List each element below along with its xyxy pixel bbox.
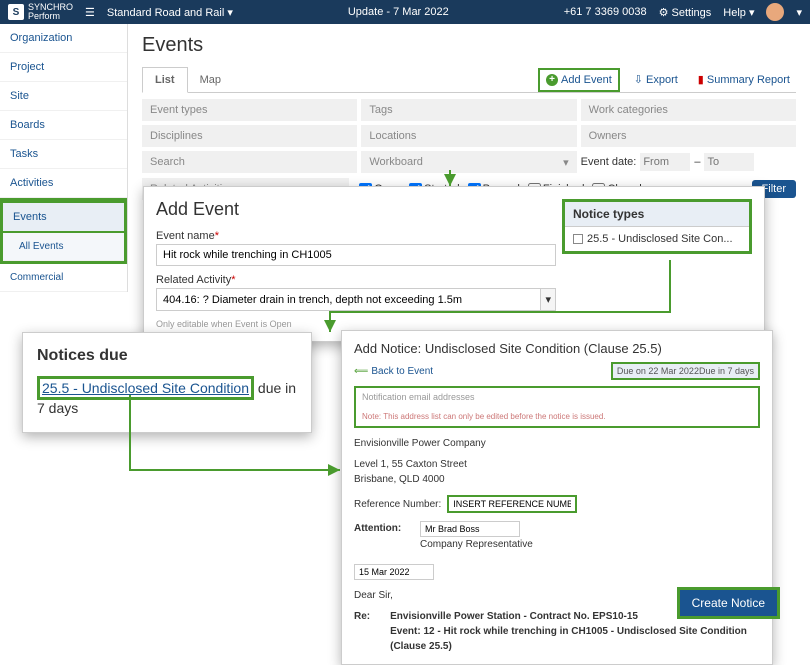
event-name-input[interactable] [156,244,556,266]
email-note: Note: This address list can only be edit… [362,412,606,421]
sidebar-item-project[interactable]: Project [0,53,127,82]
checkbox-icon[interactable] [573,234,583,244]
tab-map[interactable]: Map [188,68,233,92]
sidebar-item-tasks[interactable]: Tasks [0,140,127,169]
filter-search[interactable]: Search [142,151,357,173]
addr-line3: Brisbane, QLD 4000 [354,472,760,487]
tab-list[interactable]: List [142,67,188,93]
addr-line1: Envisionville Power Company [354,436,760,451]
attn-input[interactable] [420,521,520,537]
re-label: Re: [354,609,370,654]
notice-due-link[interactable]: 25.5 - Undisclosed Site Condition [37,376,254,400]
pdf-icon: ▮ [698,73,704,86]
notices-due-title: Notices due [37,347,297,365]
page-title: Events [142,34,796,57]
filter-workboard[interactable]: Workboard▾ [361,151,576,173]
ref-label: Reference Number: [354,497,441,512]
sidebar: Organization Project Site Boards Tasks A… [0,24,128,292]
sidebar-item-organization[interactable]: Organization [0,24,127,53]
plus-icon: + [546,74,558,86]
notices-due-panel: Notices due 25.5 - Undisclosed Site Cond… [22,332,312,433]
attn-label: Attention: [354,521,414,536]
sidebar-item-boards[interactable]: Boards [0,111,127,140]
back-arrow-icon: ⟸ [354,366,368,377]
filter-event-types[interactable]: Event types [142,99,357,121]
event-note: Only editable when Event is Open [156,319,556,329]
back-to-event-link[interactable]: ⟸ Back to Event [354,366,433,377]
add-notice-title: Add Notice: Undisclosed Site Condition (… [354,341,760,356]
project-dropdown[interactable]: Standard Road and Rail ▾ [107,6,233,19]
due-badge: Due on 22 Mar 2022Due in 7 days [611,362,760,380]
notice-date-input[interactable] [354,564,434,580]
settings-link[interactable]: ⚙ Settings [659,6,712,19]
sidebar-item-all-events[interactable]: All Events [3,233,124,261]
filter-disciplines[interactable]: Disciplines [142,125,357,147]
filter-work-categories[interactable]: Work categories [581,99,796,121]
logo-icon: S [8,4,24,20]
sidebar-item-events[interactable]: Events [3,201,124,233]
filter-owners[interactable]: Owners [581,125,796,147]
add-event-panel: Add Event Event name* Related Activity* … [143,186,765,342]
related-activity-label: Related Activity* [156,274,556,286]
export-button[interactable]: ⇩ Export [628,69,684,90]
filter-tags[interactable]: Tags [361,99,576,121]
help-link[interactable]: Help ▾ [723,6,754,19]
avatar[interactable] [766,3,784,21]
hamburger-icon[interactable]: ☰ [85,6,95,19]
filter-locations[interactable]: Locations [361,125,576,147]
update-text: Update - 7 Mar 2022 [348,6,449,18]
chevron-down-icon: ▾ [227,7,233,19]
addr-line2: Level 1, 55 Caxton Street [354,457,760,472]
event-name-label: Event name* [156,230,556,242]
notice-type-item[interactable]: 25.5 - Undisclosed Site Con... [565,227,749,251]
notice-types-head: Notice types [565,202,749,227]
event-date-label: Event date: [581,156,637,168]
sidebar-item-site[interactable]: Site [0,82,127,111]
chevron-down-icon: ▾ [563,156,569,169]
ref-input[interactable] [447,495,577,513]
to-input[interactable] [704,153,754,171]
sidebar-item-commercial[interactable]: Commercial [0,264,127,292]
brand-logo: S SYNCHRO Perform [8,3,73,21]
sidebar-item-activities[interactable]: Activities [0,169,127,198]
chevron-down-icon[interactable]: ▾ [796,6,802,19]
notice-types-box: Notice types 25.5 - Undisclosed Site Con… [562,199,752,254]
brand-sub: Perform [28,12,73,21]
related-activity-input[interactable] [156,288,541,311]
add-event-button[interactable]: + Add Event [538,68,620,92]
email-addresses-box[interactable]: Notification email addresses Note: This … [354,386,760,428]
summary-report-button[interactable]: ▮ Summary Report [692,69,796,90]
export-icon: ⇩ [634,73,643,86]
from-input[interactable] [640,153,690,171]
phone-text: +61 7 3369 0038 [564,6,647,18]
create-notice-button[interactable]: Create Notice [677,587,780,619]
chevron-down-icon[interactable]: ▾ [541,288,556,311]
email-label: Notification email addresses [362,392,752,402]
add-event-title: Add Event [156,199,556,220]
attn-role: Company Representative [420,539,533,550]
